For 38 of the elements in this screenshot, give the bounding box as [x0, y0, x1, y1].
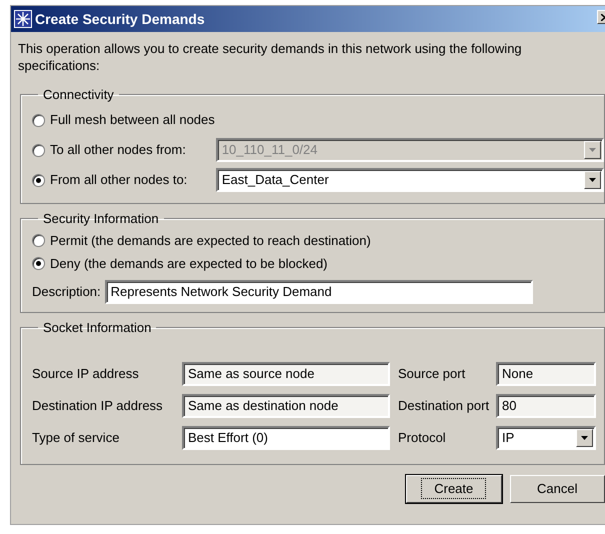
- star-icon: [14, 10, 32, 28]
- field-label: Destination IP address: [32, 397, 164, 416]
- caret-icon: [589, 178, 596, 182]
- dialog-button[interactable]: Create: [406, 475, 502, 503]
- radio-label[interactable]: From all other nodes to:: [50, 170, 211, 190]
- radio-label[interactable]: To all other nodes from:: [50, 140, 211, 160]
- intro-text: This operation allows you to create security demands in this network using the following specifications:: [17, 40, 523, 74]
- text-field[interactable]: Represents Network Security Demand: [104, 280, 533, 304]
- caret-icon: [589, 148, 596, 152]
- group-label: Security Information: [42, 212, 160, 225]
- radio-button[interactable]: [32, 257, 45, 270]
- radio-button[interactable]: [32, 114, 45, 126]
- field-label: Source port: [397, 365, 466, 384]
- dropdown-button[interactable]: [584, 171, 601, 189]
- field-label: Type of service: [32, 429, 120, 448]
- text-field[interactable]: Best Effort (0): [182, 426, 390, 450]
- text-field[interactable]: 80: [496, 394, 596, 418]
- radio-button[interactable]: [32, 144, 45, 156]
- text-field[interactable]: Same as destination node: [182, 394, 390, 418]
- field-label: Source IP address: [32, 365, 140, 384]
- radio-label[interactable]: Deny (the demands are expected to be blocked): [50, 254, 328, 274]
- dropdown-button[interactable]: [576, 429, 593, 447]
- dialog-button[interactable]: Cancel: [510, 475, 605, 503]
- field-label: Protocol: [397, 429, 447, 448]
- group-label: Socket Information: [42, 321, 152, 334]
- group-label: Connectivity: [42, 88, 115, 101]
- radio-button[interactable]: [32, 174, 45, 186]
- field-label: Destination port: [397, 397, 490, 416]
- dropdown[interactable]: East_Data_Center: [216, 168, 604, 192]
- text-field[interactable]: Same as source node: [182, 362, 390, 386]
- text-field[interactable]: None: [496, 362, 596, 386]
- field-label: Description:: [32, 283, 101, 302]
- radio-label[interactable]: Permit (the demands are expected to reach destination): [50, 230, 371, 250]
- window-title: Create Security Demands: [35, 10, 205, 29]
- radio-label[interactable]: Full mesh between all nodes: [50, 110, 215, 130]
- dropdown[interactable]: IP: [496, 426, 596, 450]
- caret-icon: [581, 436, 588, 440]
- radio-button[interactable]: [32, 234, 45, 247]
